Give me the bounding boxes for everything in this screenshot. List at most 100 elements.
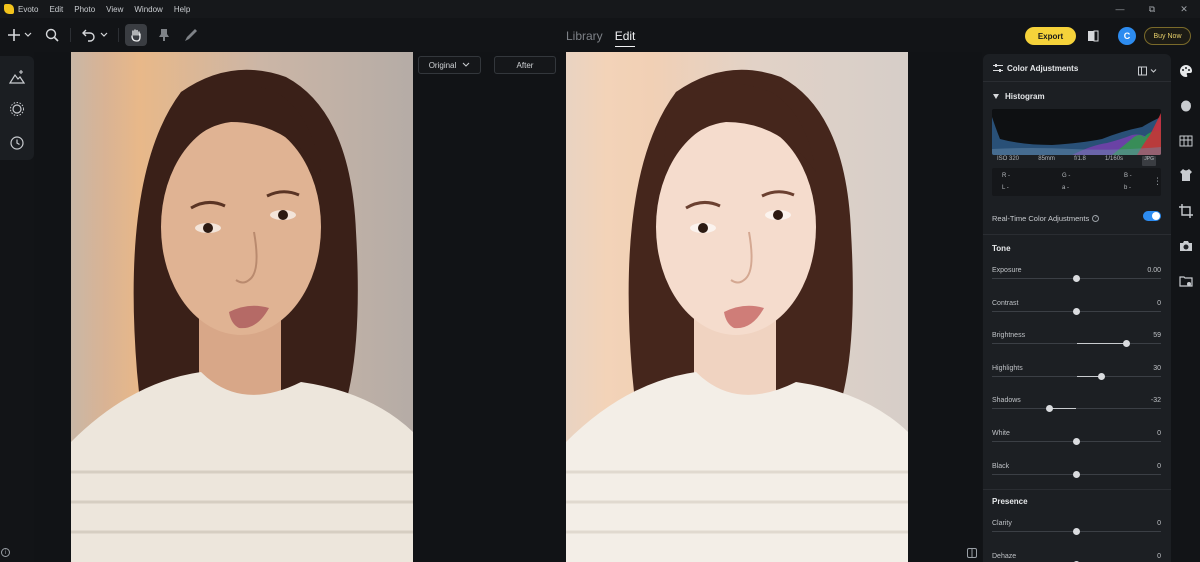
search-button[interactable]	[43, 24, 61, 46]
portrait-illustration	[71, 69, 413, 562]
readout-l: L -	[1002, 185, 1009, 191]
crop-tool[interactable]	[1178, 203, 1194, 219]
more-options-icon[interactable]: ⋮	[1153, 176, 1162, 187]
presets-tool[interactable]	[8, 100, 26, 118]
slider-knob[interactable]	[1073, 438, 1080, 445]
brush-tool-button[interactable]	[182, 24, 200, 46]
buy-now-button[interactable]: Buy Now	[1144, 27, 1191, 45]
slider-value[interactable]: 0	[1157, 520, 1161, 527]
divider	[983, 489, 1171, 490]
ai-adjust-tool[interactable]	[8, 68, 26, 86]
stamp-icon	[159, 29, 169, 41]
slider-knob[interactable]	[1073, 528, 1080, 535]
folder-settings-tool[interactable]	[1178, 273, 1194, 289]
minimize-icon[interactable]: —	[1104, 0, 1136, 18]
slider-knob[interactable]	[1122, 340, 1130, 348]
undo-button[interactable]	[79, 24, 111, 46]
slider-knob[interactable]	[1073, 470, 1080, 478]
far-right-sidebar	[1171, 54, 1200, 562]
face-icon	[1181, 100, 1191, 112]
split-view-button[interactable]	[967, 545, 977, 562]
stamp-tool-button[interactable]	[155, 24, 173, 46]
slider-label: Clarity	[992, 520, 1012, 527]
history-icon	[10, 136, 24, 150]
slider-exposure: Exposure 0.00	[992, 267, 1161, 289]
compare-view-button[interactable]	[1087, 29, 1099, 48]
sliders-icon	[993, 64, 1003, 72]
readout-a: a -	[1062, 185, 1070, 191]
slider-highlights: Highlights 30	[992, 365, 1161, 387]
tab-edit[interactable]: Edit	[614, 29, 636, 47]
history-tool[interactable]	[8, 134, 26, 152]
color-palette-tool[interactable]	[1178, 63, 1194, 79]
histogram	[992, 109, 1161, 155]
divider	[983, 234, 1171, 235]
info-icon[interactable]: ?	[1092, 214, 1100, 222]
slider-knob[interactable]	[1045, 405, 1053, 413]
hand-tool-button[interactable]	[125, 24, 147, 46]
window-controls: — ⧉ ✕	[1104, 0, 1200, 18]
background-tool[interactable]	[1178, 133, 1194, 149]
slider-track[interactable]	[992, 408, 1161, 410]
histogram-title: Histogram	[1005, 92, 1045, 101]
menu-window[interactable]: Window	[134, 5, 162, 14]
slider-value[interactable]: 59	[1153, 332, 1161, 339]
slider-label: Shadows	[992, 397, 1021, 405]
grid-icon	[1179, 135, 1193, 147]
slider-clarity: Clarity 0	[992, 520, 1161, 542]
slider-value[interactable]: 0.00	[1147, 267, 1161, 274]
view-tabs: Library Edit	[566, 29, 636, 47]
menu-photo[interactable]: Photo	[74, 5, 95, 14]
slider-value[interactable]: 0	[1157, 430, 1161, 437]
exif-info: ISO 320 85mm f/1.8 1/160s JPG	[992, 156, 1161, 166]
after-view-label[interactable]: After	[494, 56, 556, 74]
readout-g: G -	[1062, 173, 1071, 179]
color-adjustments-panel: Color Adjustments Histogram ISO 320 85mm…	[983, 54, 1171, 562]
add-menu-button[interactable]	[7, 24, 35, 46]
panel-layout-menu[interactable]	[1138, 63, 1158, 81]
camera-icon	[1180, 241, 1192, 251]
slider-white: White 0	[992, 430, 1161, 452]
slider-value[interactable]: 0	[1157, 463, 1161, 470]
camera-tool[interactable]	[1178, 238, 1194, 254]
exif-aperture: f/1.8	[1074, 156, 1086, 162]
slider-contrast: Contrast 0	[992, 300, 1161, 322]
close-icon[interactable]: ✕	[1168, 0, 1200, 18]
info-icon[interactable]: i	[1, 548, 10, 557]
slider-black: Black 0	[992, 463, 1161, 485]
edited-photo	[566, 52, 908, 562]
slider-knob[interactable]	[1098, 372, 1106, 380]
slider-value[interactable]: 0	[1157, 553, 1161, 560]
original-view-select[interactable]: Original	[418, 56, 481, 74]
maximize-icon[interactable]: ⧉	[1136, 0, 1168, 18]
slider-value[interactable]: -32	[1151, 397, 1161, 404]
slider-knob[interactable]	[1073, 307, 1080, 315]
sunburst-icon	[10, 102, 24, 116]
menu-help[interactable]: Help	[174, 5, 190, 14]
folder-gear-icon	[1179, 276, 1193, 287]
slider-shadows: Shadows -32	[992, 397, 1161, 419]
menu-view[interactable]: View	[106, 5, 123, 14]
slider-value[interactable]: 0	[1157, 300, 1161, 307]
menu-edit[interactable]: Edit	[49, 5, 63, 14]
image-canvas[interactable]: Original After	[34, 52, 982, 562]
hand-icon	[131, 29, 141, 42]
slider-value[interactable]: 30	[1153, 365, 1161, 372]
slider-label: Black	[992, 462, 1010, 470]
panel-header: Color Adjustments	[983, 54, 1171, 82]
slider-label: Contrast	[992, 299, 1019, 307]
compare-icon	[1088, 30, 1099, 42]
evoto-logo-icon	[4, 4, 14, 14]
tab-library[interactable]: Library	[566, 29, 603, 47]
exif-format-badge: JPG	[1142, 156, 1156, 166]
left-tool-group	[0, 56, 34, 160]
toolbar: Library Edit	[0, 18, 1200, 52]
face-retouch-tool[interactable]	[1178, 97, 1194, 113]
histogram-collapse-icon[interactable]	[993, 94, 999, 99]
export-button[interactable]: Export	[1025, 27, 1076, 45]
realtime-toggle[interactable]	[1143, 211, 1161, 221]
clothing-tool[interactable]	[1178, 167, 1194, 183]
original-label: Original	[428, 60, 457, 70]
slider-knob[interactable]	[1073, 275, 1080, 282]
user-avatar[interactable]: C	[1118, 27, 1136, 45]
